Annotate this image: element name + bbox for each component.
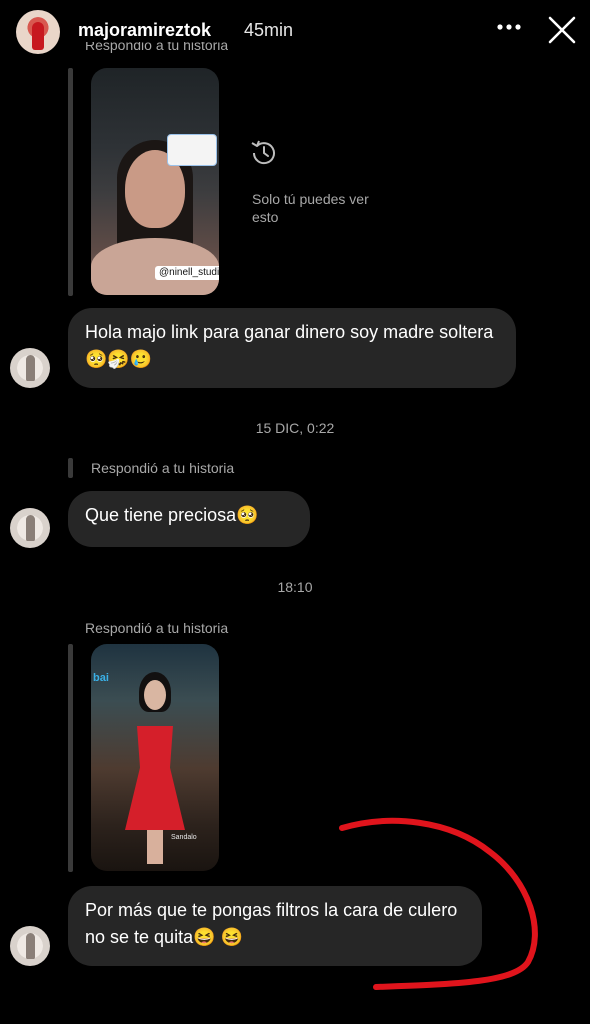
timestamp: 15 DIC, 0:22 [255,420,335,436]
story-sign-text: bai [93,672,109,684]
story-sticker [167,134,217,166]
story-thumbnail[interactable]: @ninell_studio [91,68,219,295]
red-annotation-mark [339,817,538,990]
history-icon [251,140,275,165]
message-emojis: 🥺🤧🥲 [85,349,153,369]
story-reply-bar [68,458,73,478]
story-caption: Sandalo [171,834,197,841]
story-reply-bar [68,644,73,872]
story-reply-bar [68,68,73,296]
message-bubble[interactable]: Que tiene preciosa🥺 [68,491,310,547]
only-you-notice: Solo tú puedes ver esto [252,191,369,225]
message-emojis: 🥺 [236,505,259,525]
sender-avatar[interactable] [10,348,50,388]
message-emojis: 😆 😆 [193,927,243,947]
story-thumbnail[interactable]: bai Sandalo [91,644,219,871]
timestamp: 18:10 [277,579,313,595]
story-time-ago: 45min [244,20,294,40]
reply-label: Respondió a tu historia [91,460,235,476]
more-options-icon[interactable] [496,22,522,32]
reply-label: Respondió a tu historia [85,42,229,53]
message-bubble[interactable]: Hola majo link para ganar dinero soy mad… [68,308,516,388]
sender-avatar[interactable] [10,508,50,548]
message-text: Que tiene preciosa [85,505,237,525]
profile-avatar[interactable] [16,10,60,54]
username[interactable]: majoramireztok [78,20,211,41]
sender-avatar[interactable] [10,926,50,966]
reply-label: Respondió a tu historia [85,620,229,636]
close-icon[interactable] [548,16,576,44]
story-mention-tag: @ninell_studio [155,266,219,280]
message-text: Hola majo link para ganar dinero soy mad… [85,322,494,342]
